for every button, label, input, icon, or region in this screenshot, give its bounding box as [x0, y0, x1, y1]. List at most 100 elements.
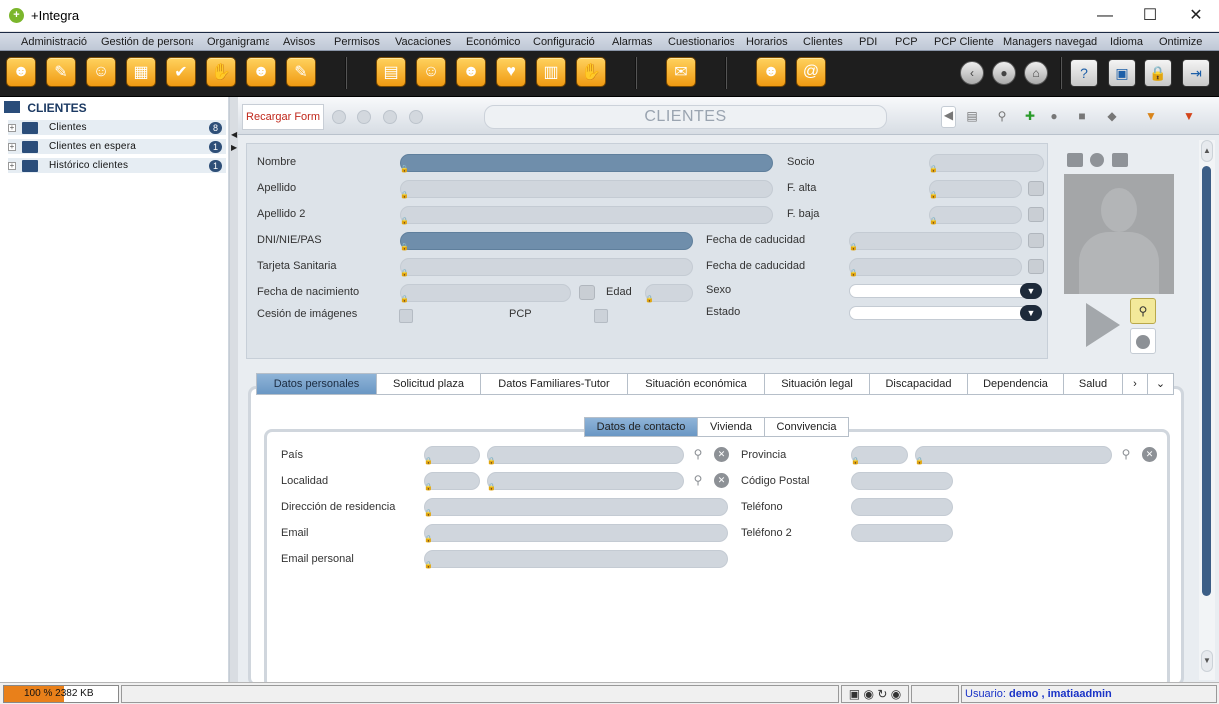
last-record-icon[interactable] — [409, 110, 423, 124]
save-record-icon[interactable]: ● — [1046, 108, 1062, 124]
menu-alarmas[interactable]: Alarmas — [612, 36, 652, 48]
estado-select[interactable]: ▼ — [849, 305, 1042, 321]
new-record-icon[interactable]: ✚ — [1022, 108, 1038, 124]
sidebar-splitter[interactable]: ◀ ▶ — [229, 97, 238, 682]
calendar-icon[interactable] — [579, 285, 595, 300]
chevron-down-icon[interactable]: ▼ — [1020, 283, 1042, 299]
tab-situacion-legal[interactable]: Situación legal — [764, 373, 870, 395]
fecha-alta-field[interactable]: 🔒 — [929, 180, 1022, 199]
delete-record-icon[interactable]: ■ — [1074, 108, 1090, 124]
excel-icon[interactable]: ▤ — [964, 108, 980, 124]
tab-solicitud-plaza[interactable]: Solicitud plaza — [376, 373, 481, 395]
clear-icon[interactable]: ✕ — [1142, 447, 1157, 462]
tree-item-historico-clientes[interactable]: + Histórico clientes 1 — [8, 158, 226, 174]
vertical-scrollbar[interactable]: ▲ ▼ — [1199, 140, 1215, 680]
tarjeta-sanitaria-field[interactable]: 🔒 — [400, 258, 693, 277]
direccion-field[interactable]: 🔒 — [424, 498, 728, 517]
menu-clientes[interactable]: Clientes — [803, 36, 843, 48]
play-icon[interactable] — [1086, 303, 1120, 347]
first-record-icon[interactable] — [332, 110, 346, 124]
home-icon[interactable]: ⌂ — [1024, 61, 1048, 85]
zoom-photo-button[interactable]: ⚲ — [1130, 298, 1156, 324]
menu-gestion-personal[interactable]: Gestión de persona — [101, 36, 193, 48]
refresh-icon[interactable]: ↻ — [877, 687, 887, 701]
provincia-code-field[interactable]: 🔒 — [851, 446, 908, 465]
email-personal-field[interactable]: 🔒 — [424, 550, 728, 569]
exit-icon[interactable]: ⇥ — [1182, 59, 1210, 87]
subtab-vivienda[interactable]: Vivienda — [697, 417, 765, 437]
subtab-convivencia[interactable]: Convivencia — [764, 417, 849, 437]
apellido2-field[interactable]: 🔒 — [400, 206, 773, 225]
expand-right-icon[interactable]: ▶ — [231, 143, 237, 152]
search-icon[interactable]: ⚲ — [1119, 447, 1133, 461]
photo-folder-icon[interactable] — [1067, 153, 1083, 167]
tab-dependencia[interactable]: Dependencia — [967, 373, 1064, 395]
collapse-left-icon[interactable]: ◀ — [231, 130, 237, 139]
handshake-icon[interactable]: ✋ — [206, 57, 236, 87]
menu-pcp[interactable]: PCP — [895, 36, 918, 48]
fecha-nacimiento-field[interactable]: 🔒 — [400, 284, 571, 303]
codigo-postal-field[interactable] — [851, 472, 953, 490]
reload-form-button[interactable]: Recargar Form — [242, 104, 324, 130]
edad-field[interactable]: 🔒 — [645, 284, 693, 303]
menu-configuracion[interactable]: Configuració — [533, 36, 598, 48]
menu-pcp-cliente[interactable]: PCP Cliente — [934, 36, 994, 48]
help-icon[interactable]: ? — [1070, 59, 1098, 87]
tab-scroll-right-icon[interactable]: › — [1122, 373, 1148, 395]
provincia-name-field[interactable]: 🔒 — [915, 446, 1112, 465]
email-field[interactable]: 🔒 — [424, 524, 728, 543]
worker-icon[interactable]: ☻ — [456, 57, 486, 87]
scroll-down-icon[interactable]: ▼ — [1201, 650, 1213, 672]
calendar-icon[interactable]: ▤ — [376, 57, 406, 87]
agreement-icon[interactable]: ✋ — [576, 57, 606, 87]
search-icon[interactable]: ⚲ — [691, 473, 705, 487]
download-icon[interactable]: ◉ — [863, 687, 873, 701]
menu-avisos[interactable]: Avisos — [283, 36, 315, 48]
photo-camera-icon[interactable] — [1112, 153, 1128, 167]
tab-discapacidad[interactable]: Discapacidad — [869, 373, 968, 395]
minimize-button[interactable]: — — [1082, 0, 1128, 32]
pcp-checkbox[interactable] — [594, 309, 608, 323]
menu-economico[interactable]: Económico — [466, 36, 520, 48]
localidad-name-field[interactable]: 🔒 — [487, 472, 684, 491]
localidad-code-field[interactable]: 🔒 — [424, 472, 480, 491]
pais-code-field[interactable]: 🔒 — [424, 446, 480, 465]
fecha-baja-field[interactable]: 🔒 — [929, 206, 1022, 225]
lock-icon[interactable]: 🔒 — [1144, 59, 1172, 87]
group-icon[interactable]: ☻ — [246, 57, 276, 87]
apellido-field[interactable]: 🔒 — [400, 180, 773, 199]
search-record-icon[interactable]: ⚲ — [994, 108, 1010, 124]
tab-datos-familiares[interactable]: Datos Familiares-Tutor — [480, 373, 628, 395]
calendar-icon[interactable] — [1028, 233, 1044, 248]
tab-datos-personales[interactable]: Datos personales — [256, 373, 377, 395]
menu-managers-navegador[interactable]: Managers navegad — [1003, 36, 1098, 48]
menu-vacaciones[interactable]: Vacaciones — [395, 36, 451, 48]
tree-root[interactable]: CLIENTES — [4, 101, 87, 115]
tab-list-chevron-icon[interactable]: ⌄ — [1147, 373, 1174, 395]
scroll-up-icon[interactable]: ▲ — [1201, 140, 1213, 162]
back-icon[interactable]: ‹ — [960, 61, 984, 85]
menu-ontimize[interactable]: Ontimize — [1159, 36, 1202, 48]
menu-administracion[interactable]: Administració — [21, 36, 89, 48]
at-icon[interactable]: @ — [796, 57, 826, 87]
menu-permisos[interactable]: Permisos — [334, 36, 380, 48]
tab-situacion-economica[interactable]: Situación económica — [627, 373, 765, 395]
subtab-datos-contacto[interactable]: Datos de contacto — [584, 417, 698, 437]
edit-icon[interactable]: ✎ — [286, 57, 316, 87]
clear-icon[interactable]: ✕ — [714, 447, 729, 462]
expand-icon[interactable]: + — [8, 143, 16, 151]
remove-photo-button[interactable] — [1130, 328, 1156, 354]
window-icon[interactable]: ▣ — [1108, 59, 1136, 87]
mail-icon[interactable]: ✉ — [666, 57, 696, 87]
close-button[interactable]: ✕ — [1173, 0, 1219, 32]
contact-icon[interactable]: ☺ — [86, 57, 116, 87]
cesion-imagenes-checkbox[interactable] — [399, 309, 413, 323]
pais-name-field[interactable]: 🔒 — [487, 446, 684, 465]
stop-icon[interactable]: ● — [992, 61, 1016, 85]
menu-idioma[interactable]: Idioma — [1110, 36, 1143, 48]
schedule-icon[interactable]: ▥ — [536, 57, 566, 87]
keyboard-icon[interactable]: ▦ — [126, 57, 156, 87]
sexo-select[interactable]: ▼ — [849, 283, 1042, 299]
clear-icon[interactable]: ✕ — [714, 473, 729, 488]
client-photo[interactable] — [1064, 174, 1174, 294]
